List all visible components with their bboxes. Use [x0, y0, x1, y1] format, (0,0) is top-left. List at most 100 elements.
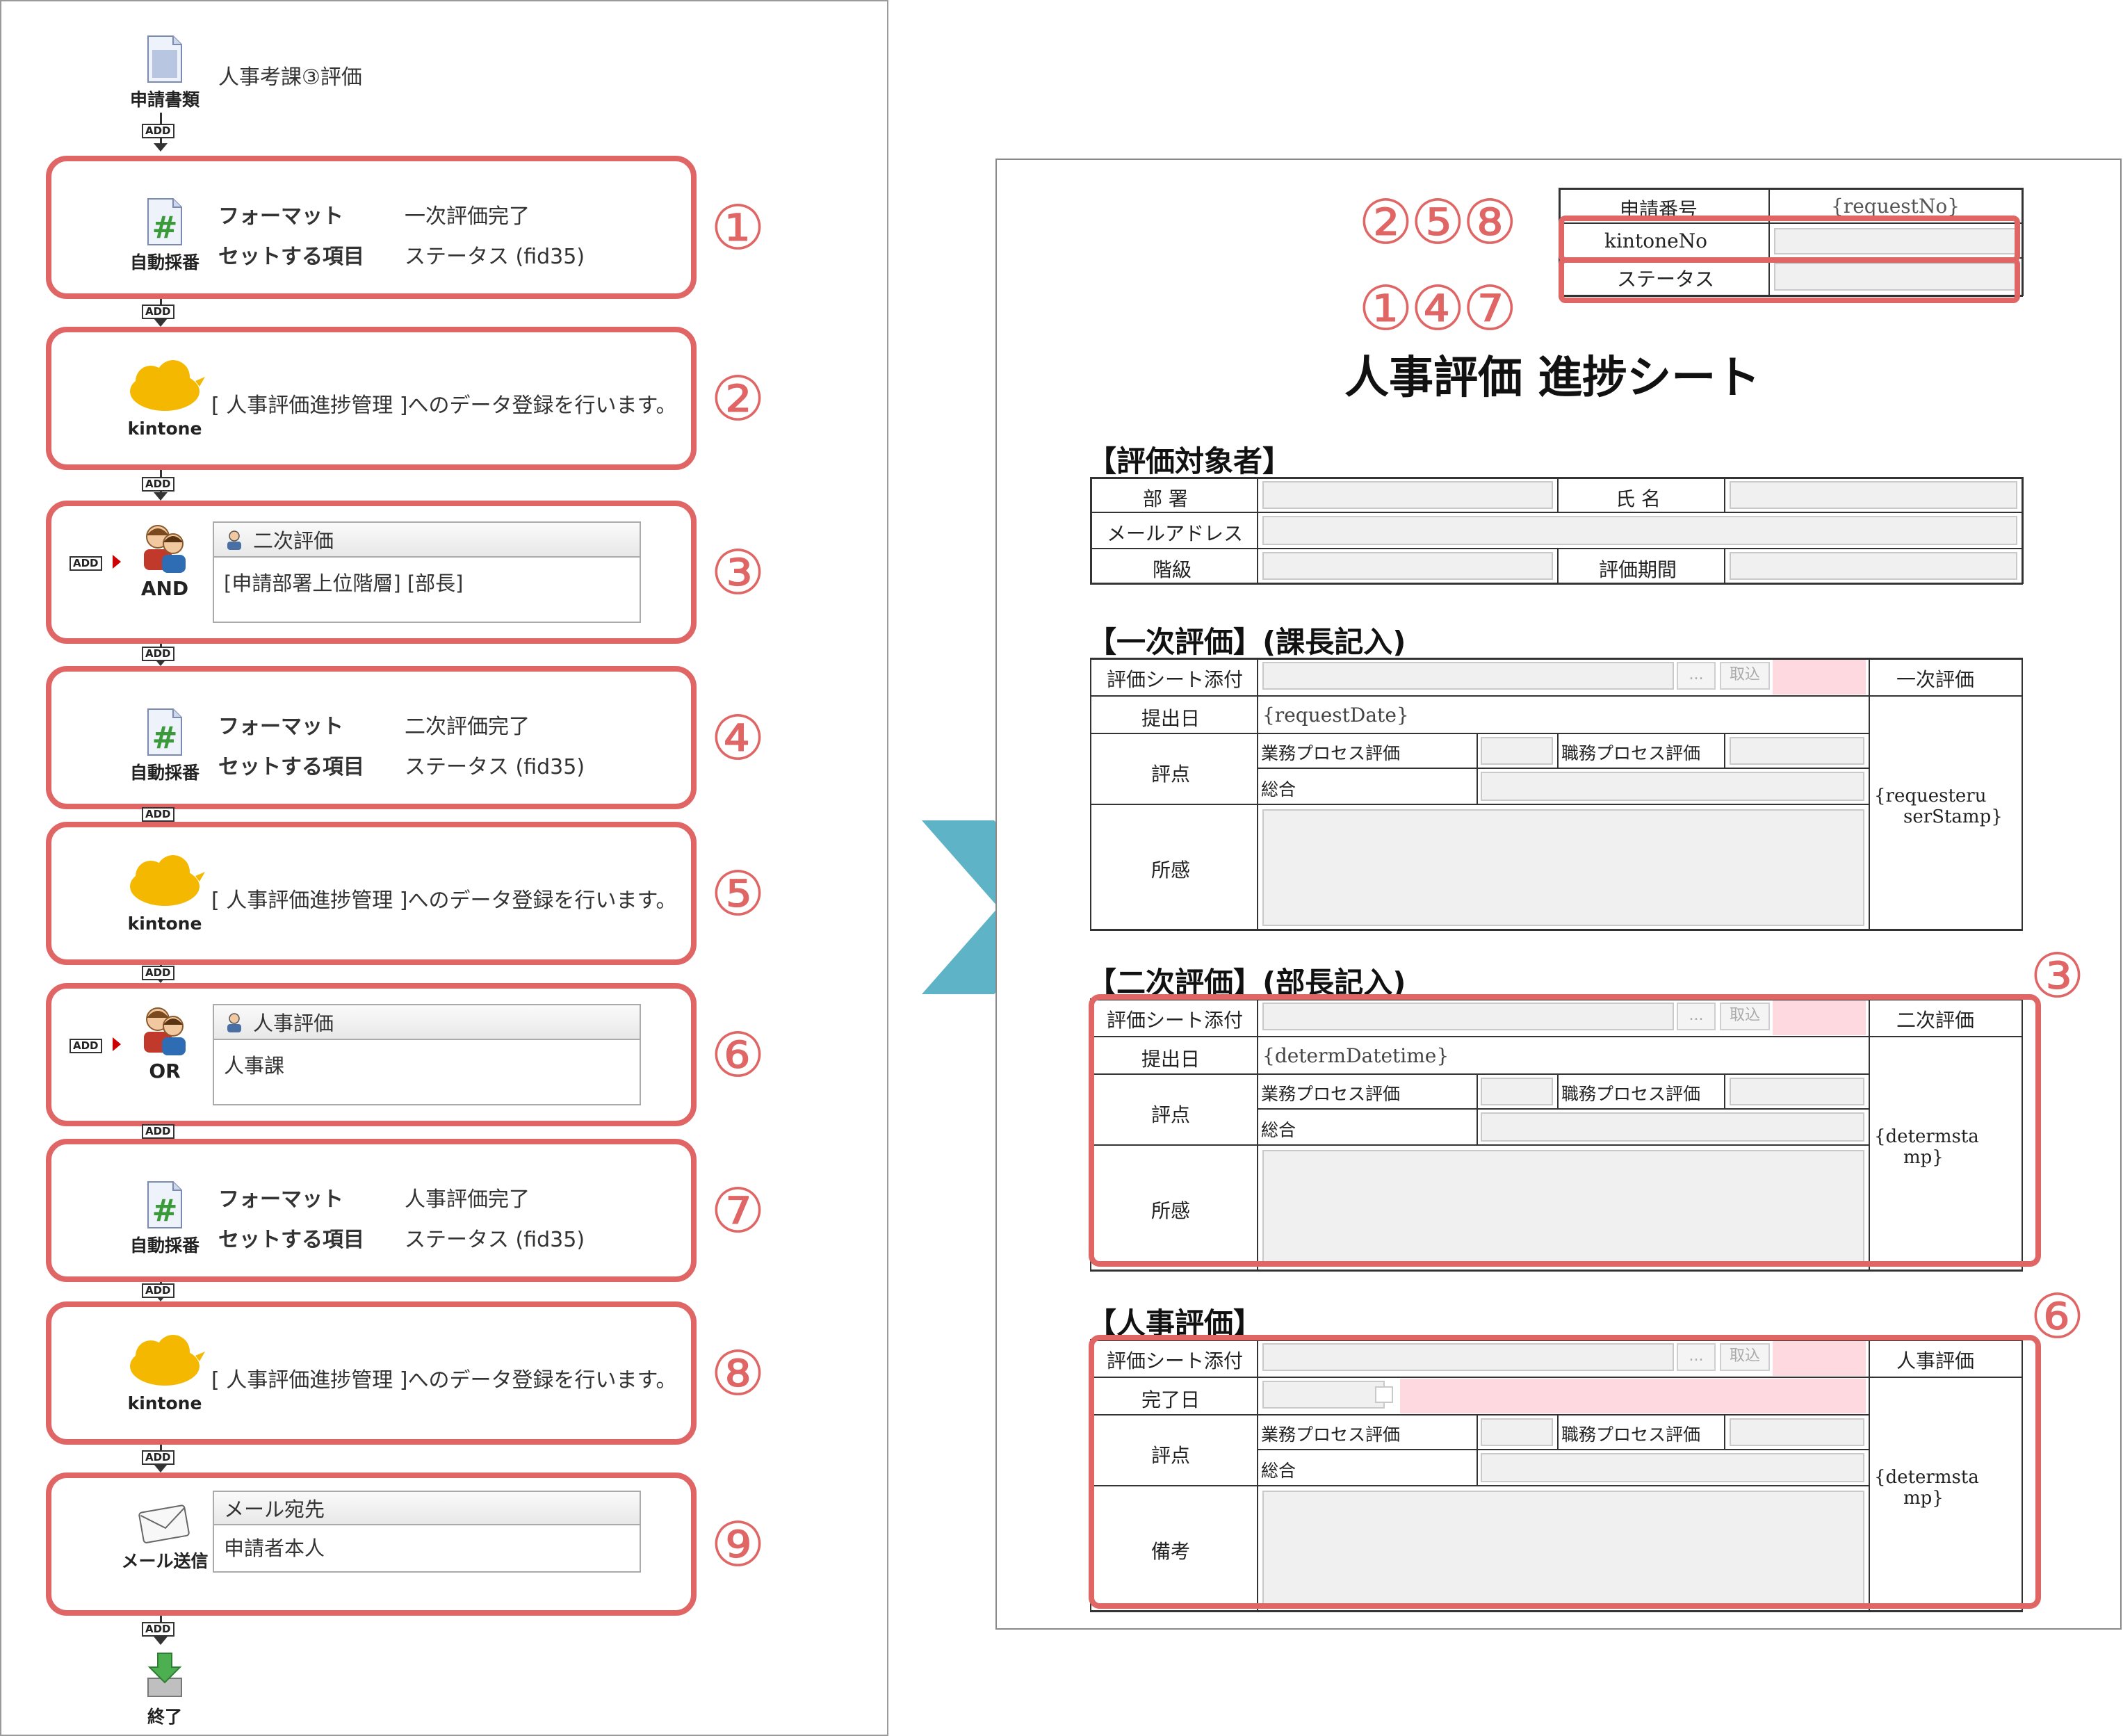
add-badge[interactable]: ADD	[142, 1622, 174, 1637]
dept-label: 部 署	[1143, 487, 1188, 510]
add-badge[interactable]: ADD	[142, 647, 174, 661]
attach-field[interactable]	[1262, 662, 1674, 690]
connector-arrow-icon	[154, 1637, 168, 1645]
grade-field[interactable]	[1262, 552, 1553, 580]
add-badge[interactable]: ADD	[142, 477, 174, 492]
kintone-node[interactable]: kintone	[113, 855, 217, 934]
add-badge[interactable]: ADD	[142, 807, 174, 822]
node-label: メール送信	[121, 1551, 209, 1571]
email-field[interactable]	[1262, 516, 2017, 545]
connector-arrow-icon	[154, 492, 168, 501]
name-field[interactable]	[1730, 481, 2017, 509]
step-number: ⑦	[710, 1175, 765, 1247]
auto-number-node[interactable]: # 自動採番	[113, 1181, 217, 1257]
hash-document-icon: #	[147, 198, 182, 245]
email-label: メールアドレス	[1107, 522, 1244, 545]
approver-node[interactable]: OR	[113, 1004, 217, 1082]
date-value: {requestDate}	[1262, 704, 1409, 727]
svg-text:#: #	[152, 720, 178, 756]
mail-to-label: メール宛先	[224, 1498, 325, 1521]
add-badge[interactable]: ADD	[142, 966, 174, 980]
header-nums-bottom: ①④⑦	[1358, 273, 1518, 344]
step-number: ⑥	[710, 1019, 765, 1091]
auto-number-node[interactable]: # 自動採番	[113, 708, 217, 784]
form-name: 人事考課③評価	[218, 65, 362, 90]
add-badge[interactable]: ADD	[142, 1283, 174, 1298]
add-badge[interactable]: ADD	[142, 1450, 174, 1465]
kintone-node[interactable]: kintone	[113, 360, 217, 439]
comment-textarea[interactable]	[1262, 809, 1864, 926]
request-no-value: {requestNo}	[1831, 195, 1960, 218]
add-badge[interactable]: ADD	[70, 556, 102, 571]
format-key: フォーマット	[218, 204, 343, 229]
approver-box[interactable]: 人事評価人事課	[213, 1004, 641, 1105]
approver-head-text: 人事評価	[253, 1012, 334, 1035]
mail-icon	[138, 1504, 190, 1543]
flow-panel: 申請書類 人事考課③評価 ADD ① # 自動採番 フォーマット 一次評価完了 セットする項…	[0, 0, 888, 1736]
biz-process-field[interactable]	[1481, 737, 1553, 765]
add-badge[interactable]: ADD	[142, 124, 174, 138]
attach-label: 評価シート添付	[1107, 668, 1244, 691]
step-number: ②	[710, 363, 765, 435]
status-highlight	[1559, 257, 2020, 303]
section-target: 【評価対象者】	[1087, 444, 1292, 478]
mail-node[interactable]: メール送信	[113, 1500, 217, 1573]
mail-to-box[interactable]: メール宛先申請者本人	[213, 1491, 641, 1573]
end-icon	[147, 1653, 182, 1697]
kintone-node[interactable]: kintone	[113, 1335, 217, 1413]
format-key: フォーマット	[218, 715, 343, 739]
total-field[interactable]	[1481, 772, 1864, 801]
document-icon	[147, 35, 182, 83]
upload-button[interactable]: 取込	[1720, 662, 1770, 690]
section-highlight	[1089, 994, 2041, 1267]
user-icon	[227, 1013, 241, 1032]
biz-process-label: 業務プロセス評価	[1261, 743, 1401, 763]
form-title: 人事評価 進捗シート	[1344, 352, 1761, 404]
comment-label: 所感	[1151, 859, 1191, 882]
step-number: ⑨	[710, 1509, 765, 1580]
period-field[interactable]	[1730, 552, 2017, 580]
header-nums-top: ②⑤⑧	[1358, 186, 1518, 258]
stamp-text-line2: serStamp}	[1903, 806, 2003, 827]
kintone-cloud-icon	[130, 360, 205, 411]
step-number: ⑤	[710, 858, 765, 930]
step-number: ①	[710, 192, 765, 263]
browse-button[interactable]: ...	[1677, 662, 1716, 690]
end-node[interactable]: 終了	[113, 1650, 217, 1728]
approver-box[interactable]: 二次評価 [申請部署上位階層] [部長]	[213, 521, 641, 623]
total-label: 総合	[1261, 779, 1296, 800]
name-label: 氏 名	[1616, 487, 1661, 510]
add-badge[interactable]: ADD	[142, 1124, 174, 1139]
kintone-text: [ 人事評価進捗管理 ]へのデータ登録を行います。	[211, 394, 677, 418]
stamp-label: 一次評価	[1896, 668, 1975, 691]
dept-field[interactable]	[1262, 481, 1553, 509]
end-node-label: 終了	[147, 1707, 182, 1727]
set-item-key: セットする項目	[218, 245, 364, 269]
section-first: 【一次評価】(課長記入)	[1087, 625, 1406, 659]
format-value: 人事評価完了	[405, 1187, 530, 1212]
kintone-highlight	[1559, 216, 2020, 263]
job-process-field[interactable]	[1730, 737, 1864, 765]
start-node[interactable]: 申請書類	[113, 35, 217, 111]
format-value: 一次評価完了	[405, 204, 530, 229]
mail-to-value: 申請者本人	[224, 1536, 325, 1560]
svg-text:#: #	[152, 210, 178, 245]
score-label: 評点	[1151, 763, 1191, 786]
approver-head-text: 二次評価	[253, 529, 334, 553]
connector-arrow-icon	[154, 1464, 168, 1473]
node-label: AND	[140, 577, 189, 600]
set-item-key: セットする項目	[218, 1228, 364, 1252]
auto-number-node[interactable]: # 自動採番	[113, 197, 217, 274]
set-item-value: ステータス (fid35)	[405, 245, 585, 269]
add-badge[interactable]: ADD	[70, 1039, 102, 1053]
kintone-cloud-icon	[130, 855, 205, 906]
node-label: 自動採番	[129, 252, 200, 273]
step-number: ⑧	[710, 1338, 765, 1409]
approver-body-text: 人事課	[224, 1054, 285, 1078]
approver-node[interactable]: AND	[113, 521, 217, 600]
hash-document-icon: #	[147, 1181, 182, 1228]
step-number: ③	[710, 537, 765, 608]
format-value: 二次評価完了	[405, 715, 530, 739]
section-number: ⑥	[2030, 1281, 2085, 1352]
add-badge[interactable]: ADD	[142, 305, 174, 319]
